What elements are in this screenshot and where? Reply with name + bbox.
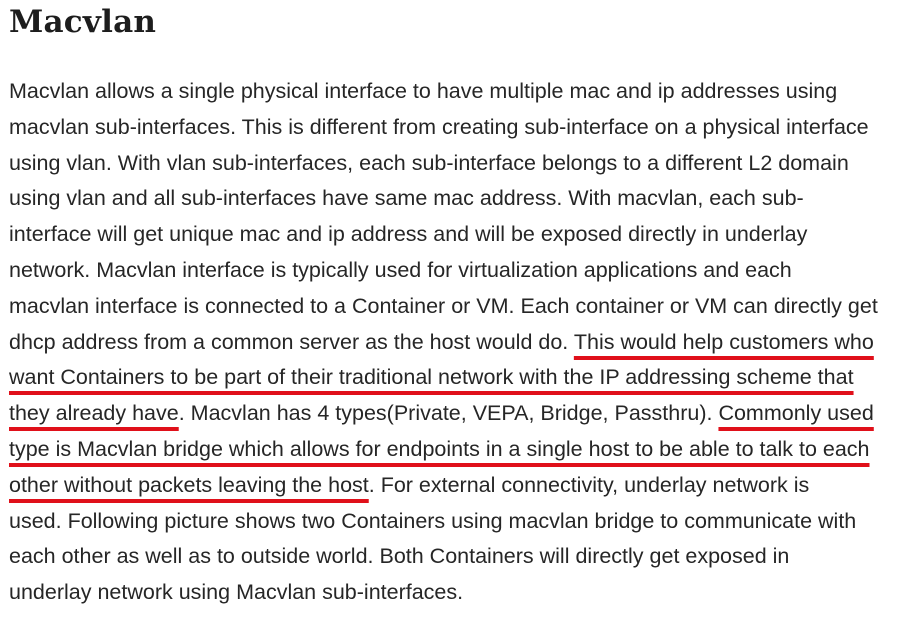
highlighted-text: Commonly used — [718, 401, 874, 426]
section-title: Macvlan — [9, 4, 157, 40]
paragraph-line: used. Following picture shows two Contai… — [9, 508, 857, 533]
plain-text: dhcp address from a common server as the… — [9, 329, 574, 354]
highlighted-text: This would help customers who — [573, 329, 874, 354]
highlighted-text: other without packets leaving the host — [9, 472, 369, 497]
paragraph-line: macvlan interface is connected to a Cont… — [9, 293, 878, 318]
plain-text: . Macvlan has 4 types(Private, VEPA, Bri… — [178, 401, 719, 426]
paragraph-line: want Containers to be part of their trad… — [9, 360, 914, 396]
highlighted-text: they already have — [9, 401, 179, 426]
paragraph-line: network. Macvlan interface is typically … — [9, 257, 792, 282]
highlighted-text: type is Macvlan bridge which allows for … — [9, 436, 870, 461]
paragraph-line: type is Macvlan bridge which allows for … — [9, 432, 914, 468]
paragraph-line: using vlan. With vlan sub-interfaces, ea… — [9, 150, 849, 175]
paragraph-line: Macvlan allows a single physical interfa… — [9, 79, 838, 103]
paragraph-line: other without packets leaving the host. … — [9, 468, 914, 504]
paragraph-line: they already have. Macvlan has 4 types(P… — [9, 396, 914, 432]
paragraph-line: interface will get unique mac and ip add… — [9, 222, 808, 247]
plain-text: . For external connectivity, underlay ne… — [368, 472, 810, 497]
body-paragraph: Macvlan allows a single physical interfa… — [9, 74, 914, 611]
paragraph-line: using vlan and all sub-interfaces have s… — [9, 186, 804, 211]
paragraph-line: each other as well as to outside world. … — [9, 544, 790, 569]
highlighted-text: want Containers to be part of their trad… — [9, 365, 854, 390]
paragraph-line: underlay network using Macvlan sub-inter… — [9, 580, 464, 605]
paragraph-line: dhcp address from a common server as the… — [9, 325, 914, 361]
paragraph-line: macvlan sub-interfaces. This is differen… — [9, 114, 869, 139]
